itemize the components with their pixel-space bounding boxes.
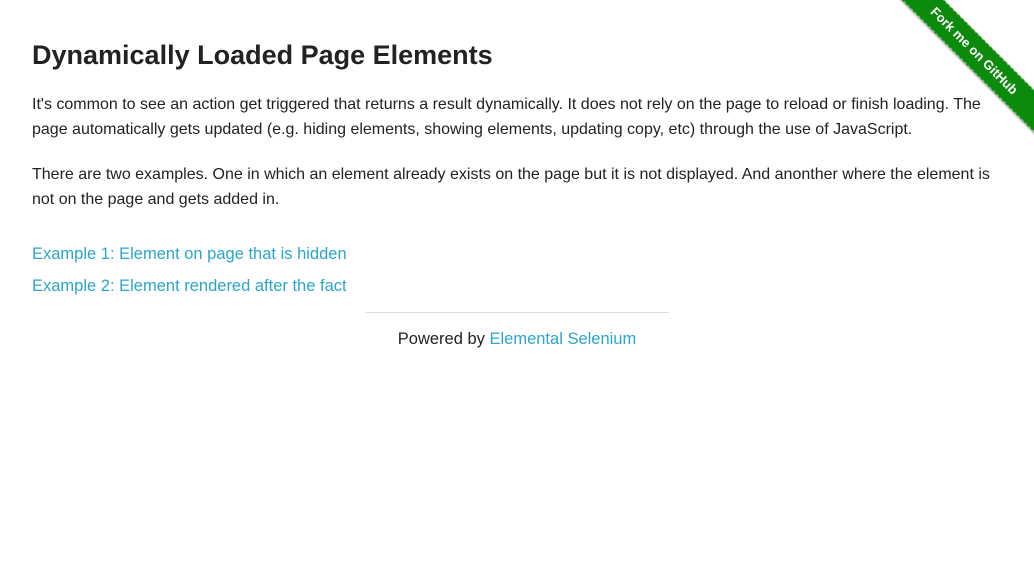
examples-paragraph: There are two examples. One in which an … bbox=[32, 166, 990, 208]
footer-prefix: Powered by bbox=[397, 330, 490, 348]
elemental-selenium-link[interactable]: Elemental Selenium bbox=[489, 330, 636, 348]
example-2-link[interactable]: Example 2: Element rendered after the fa… bbox=[32, 276, 1002, 296]
footer: Powered by Elemental Selenium bbox=[365, 312, 669, 349]
intro-paragraph: It's common to see an action get trigger… bbox=[32, 96, 981, 138]
example-links: Example 1: Element on page that is hidde… bbox=[32, 244, 1002, 296]
page-title: Dynamically Loaded Page Elements bbox=[32, 40, 493, 70]
main-content: Dynamically Loaded Page Elements It's co… bbox=[32, 38, 1002, 308]
example-1-link[interactable]: Example 1: Element on page that is hidde… bbox=[32, 244, 1002, 264]
